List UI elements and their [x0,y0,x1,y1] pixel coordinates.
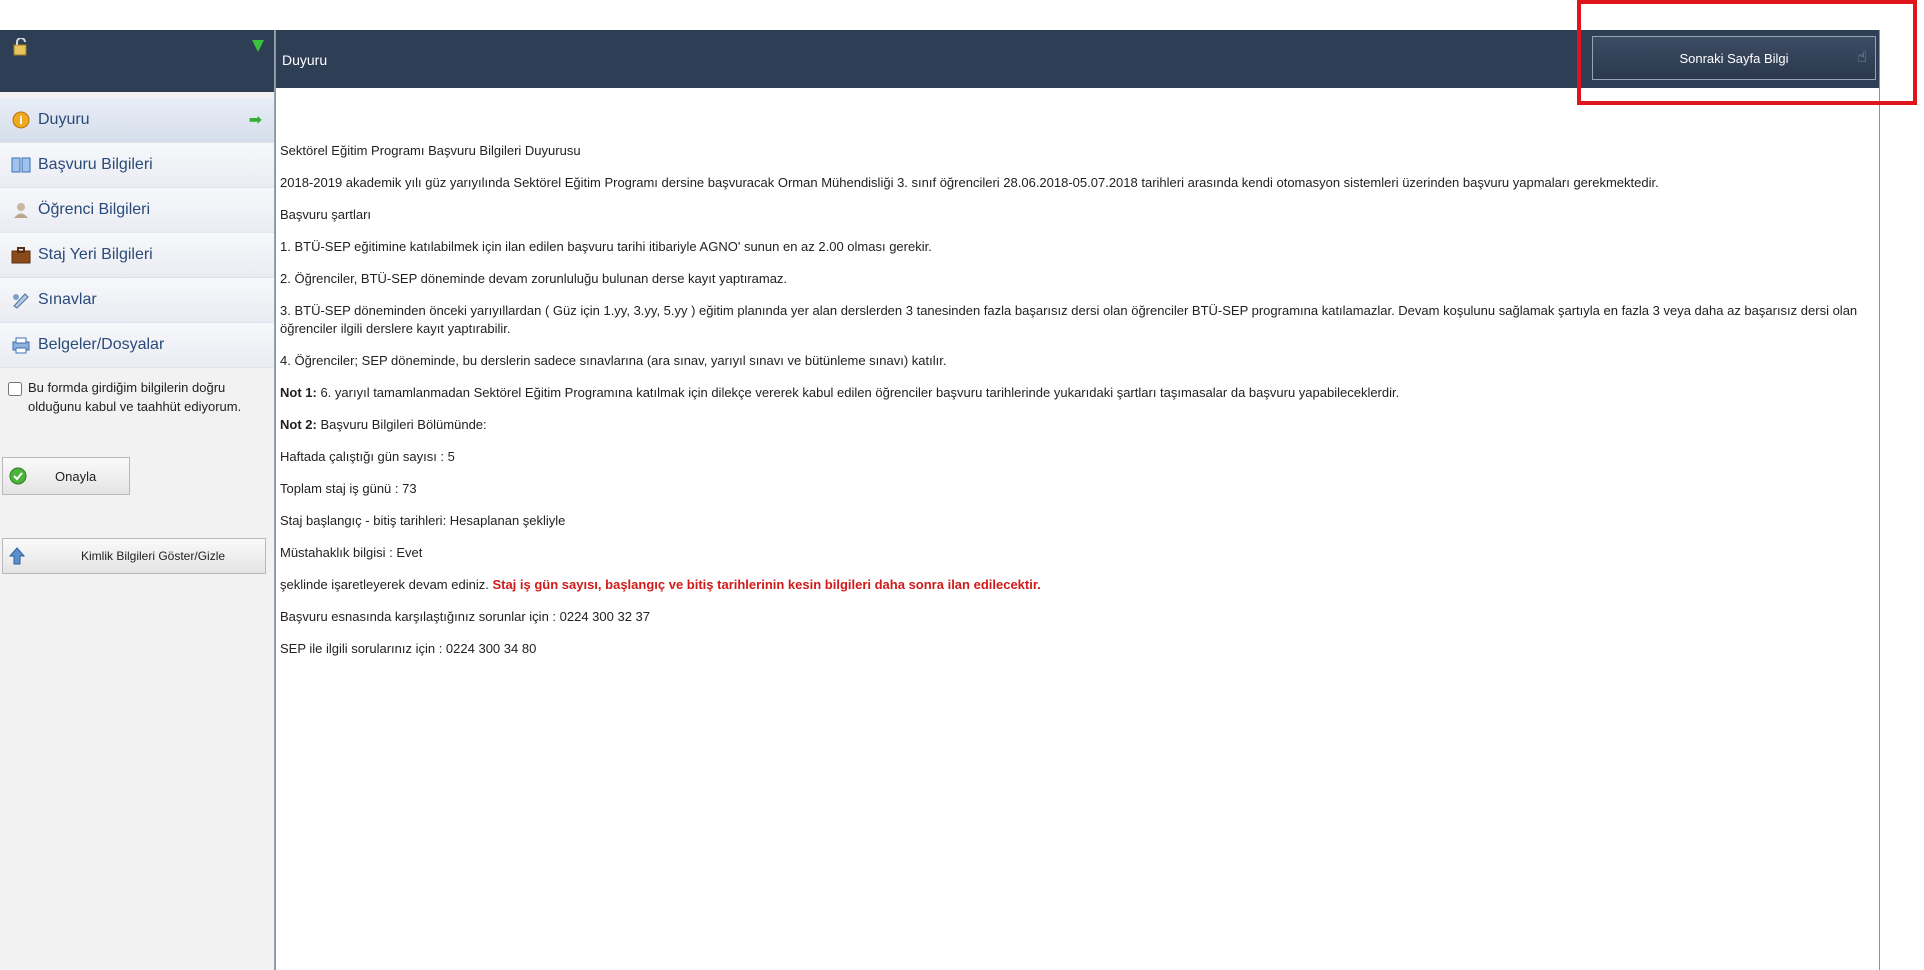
sidebar-item-label: Sınavlar [38,291,97,308]
conditions-title: Başvuru şartları [280,207,372,222]
note-2: Not 2: Başvuru Bilgileri Bölümünde: [280,416,1870,434]
contact-1: Başvuru esnasında karşılaştığınız sorunl… [280,609,650,624]
approve-button[interactable]: Onayla [2,457,130,495]
sidebar-item-label: Staj Yeri Bilgileri [38,246,153,263]
sidebar-item-ogrenci-bilgileri[interactable]: Öğrenci Bilgileri [0,188,274,233]
sidebar-item-belgeler-dosyalar[interactable]: Belgeler/Dosyalar [0,323,274,368]
svg-text:i: i [19,114,23,127]
sidebar: i Duyuru ➡ Başvuru Bilgileri Öğrenci Bil… [0,30,275,970]
sidebar-item-label: Başvuru Bilgileri [38,156,153,173]
printer-icon [10,334,32,356]
sidebar-item-label: Öğrenci Bilgileri [38,201,151,218]
note-1-label: Not 1: [280,385,317,400]
announcement-heading: Sektörel Eğitim Programı Başvuru Bilgile… [280,143,581,158]
consent-text: Bu formda girdiğim bilgilerin doğru oldu… [28,380,242,414]
condition-4: 4. Öğrenciler; SEP döneminde, bu dersler… [280,353,947,368]
sidebar-nav: i Duyuru ➡ Başvuru Bilgileri Öğrenci Bil… [0,98,274,368]
book-icon [10,154,32,176]
info-icon: i [10,109,32,131]
continue-instruction: şeklinde işaretleyerek devam ediniz. Sta… [280,576,1870,594]
user-icon [10,199,32,221]
up-arrow-icon [9,547,25,565]
sidebar-item-staj-yeri-bilgileri[interactable]: Staj Yeri Bilgileri [0,233,274,278]
note-2-label: Not 2: [280,417,317,432]
exam-icon [10,289,32,311]
arrow-right-icon: ➡ [248,112,262,129]
note-1-text: 6. yarıyıl tamamlanmadan Sektörel Eğitim… [316,385,1400,400]
page-title: Duyuru [282,52,328,68]
sidebar-item-basvuru-bilgileri[interactable]: Başvuru Bilgileri [0,143,274,188]
warning-text: Staj iş gün sayısı, başlangıç ve bitiş t… [492,577,1041,592]
toggle-identity-label: Kimlik Bilgileri Göster/Gizle [81,549,226,563]
eligibility-info: Müstahaklık bilgisi : Evet [280,545,423,560]
toggle-identity-button[interactable]: Kimlik Bilgileri Göster/Gizle [2,538,266,574]
condition-1: 1. BTÜ-SEP eğitimine katılabilmek için i… [280,239,932,254]
check-circle-icon [9,467,27,485]
condition-2: 2. Öğrenciler, BTÜ-SEP döneminde devam z… [280,271,788,286]
note-2-text: Başvuru Bilgileri Bölümünde: [316,417,487,432]
briefcase-icon [10,244,32,266]
continue-text: şeklinde işaretleyerek devam ediniz. [280,577,493,592]
sidebar-item-duyuru[interactable]: i Duyuru ➡ [0,98,274,143]
lock-icon [13,38,27,56]
total-internship-days: Toplam staj iş günü : 73 [280,481,417,496]
approve-button-label: Onayla [55,468,97,484]
sidebar-item-sinavlar[interactable]: Sınavlar [0,278,274,323]
sidebar-item-label: Belgeler/Dosyalar [38,336,165,353]
highlight-annotation-box [1577,0,1917,105]
main-panel: Duyuru Sonraki Sayfa Bilgi ☝ Sektörel Eğ… [275,30,1880,970]
days-per-week: Haftada çalıştığı gün sayısı : 5 [280,449,455,464]
condition-3: 3. BTÜ-SEP döneminden önceki yarıyıllard… [280,303,1858,336]
collapse-triangle-icon[interactable] [252,40,264,52]
announcement-content: Sektörel Eğitim Programı Başvuru Bilgile… [280,142,1870,672]
sidebar-header [0,30,274,92]
consent-row: Bu formda girdiğim bilgilerin doğru oldu… [0,378,274,416]
contact-2: SEP ile ilgili sorularınız için : 0224 3… [280,641,537,656]
internship-dates: Staj başlangıç - bitiş tarihleri: Hesapl… [280,513,566,528]
note-1: Not 1: 6. yarıyıl tamamlanmadan Sektörel… [280,384,1870,402]
consent-checkbox[interactable] [8,382,22,396]
sidebar-item-label: Duyuru [38,111,90,128]
announcement-intro: 2018-2019 akademik yılı güz yarıyılında … [280,175,1659,190]
